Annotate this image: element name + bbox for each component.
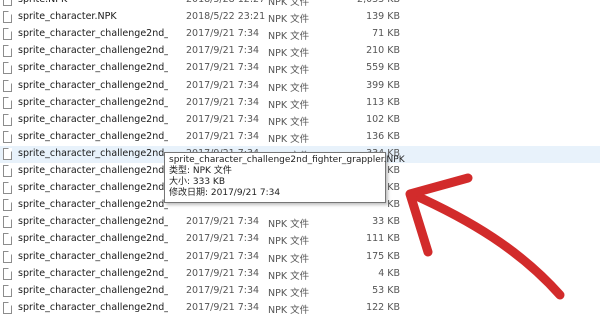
file-icon (3, 28, 12, 41)
file-row[interactable]: sprite_character_challenge2nd_fight...20… (0, 112, 600, 129)
file-row[interactable]: sprite_character_challenge2nd_gunn...201… (0, 214, 600, 231)
tooltip-size: 大小: 333 KB (169, 177, 226, 187)
file-icon (3, 267, 12, 280)
file-name: sprite_character_challenge2nd_fight... (18, 96, 168, 108)
file-tooltip: sprite_character_challenge2nd_fighter_gr… (164, 152, 405, 203)
file-name: sprite_character_challenge2nd_dem... (18, 45, 168, 57)
file-icon (3, 216, 12, 229)
file-size: 210 KB (366, 45, 400, 57)
file-name: sprite_character_challenge2nd_fight... (18, 165, 168, 176)
file-size: 53 KB (372, 284, 400, 296)
file-row[interactable]: sprite_character_challenge2nd_dem...2017… (0, 43, 600, 60)
file-name: sprite_character_challenge2nd_fight... (18, 113, 168, 125)
file-size: 559 KB (366, 62, 400, 74)
file-size: 175 KB (366, 250, 400, 262)
file-row[interactable]: sprite_character_challenge2nd_fight...20… (0, 95, 600, 112)
file-size: 399 KB (366, 79, 400, 91)
file-size: 2,033 KB (330, 0, 400, 5)
file-row[interactable]: sprite_character_challenge2nd_gunn...201… (0, 300, 600, 317)
file-icon (3, 284, 12, 297)
file-name: sprite_character_challenge2nd_gunn... (18, 284, 168, 296)
file-row[interactable]: sprite_character_challenge2nd_gunn...201… (0, 231, 600, 248)
file-icon (3, 79, 12, 92)
file-name: sprite_character_challenge2nd_gunn... (18, 301, 168, 313)
file-row[interactable]: sprite_character_challenge2nd_fight...20… (0, 129, 600, 146)
file-name: sprite_character_challenge2nd_fight... (18, 130, 168, 142)
file-name: sprite_character_challenge2nd_fight... (18, 147, 168, 159)
file-name: sprite_character_challenge2nd_fight... (18, 199, 168, 211)
file-icon (3, 62, 12, 75)
file-name: sprite_character.NPK (18, 11, 117, 23)
file-name: sprite_character_challenge2nd_dem... (18, 62, 168, 74)
file-icon (3, 233, 12, 246)
tooltip-filename: sprite_character_challenge2nd_fighter_gr… (169, 155, 405, 165)
file-icon (3, 113, 12, 126)
file-row[interactable]: sprite_character_challenge2nd_fight...20… (0, 78, 600, 95)
tooltip-type: 类型: NPK 文件 (169, 166, 232, 176)
file-icon (3, 199, 12, 212)
tooltip-modified: 修改日期: 2017/9/21 7:34 (169, 188, 281, 198)
file-icon (3, 182, 12, 195)
file-icon (3, 45, 12, 58)
file-size: 139 KB (366, 11, 400, 23)
file-row[interactable]: sprite_character.NPK 2018/5/22 23:21 NPK 文… (0, 9, 600, 26)
file-row[interactable]: sprite_character_challenge2nd_gunn...201… (0, 249, 600, 266)
file-name: sprite_character_challenge2nd_fight... (18, 182, 168, 194)
file-icon (3, 96, 12, 109)
file-row[interactable]: sprite_character_challenge2nd_dem...2017… (0, 60, 600, 77)
file-name: sprite_character_challenge2nd_gunn... (18, 216, 168, 228)
file-size: 102 KB (366, 113, 400, 125)
file-name: sprite_character_challenge2nd_darkk... (18, 28, 168, 40)
file-name: sprite_character_challenge2nd_gunn... (18, 233, 168, 245)
file-size: 33 KB (372, 216, 400, 228)
file-name: sprite.NPK (18, 0, 168, 5)
file-name: sprite_character_challenge2nd_gunn... (18, 250, 168, 262)
file-icon (3, 165, 12, 177)
file-size: 4 KB (378, 267, 400, 279)
file-name: sprite_character_challenge2nd_gunn... (18, 267, 168, 279)
file-row[interactable]: sprite.NPK2018/5/28 12:27NPK 文件2,033 KB (0, 0, 600, 9)
file-icon (3, 0, 12, 6)
file-size: 71 KB (372, 28, 400, 40)
file-size: 136 KB (366, 130, 400, 142)
file-row[interactable]: sprite_character_challenge2nd_gunn...201… (0, 266, 600, 283)
file-row[interactable]: sprite_character_challenge2nd_gunn...201… (0, 283, 600, 300)
file-size: 122 KB (366, 301, 400, 313)
file-row[interactable]: sprite_character_challenge2nd_darkk...20… (0, 26, 600, 43)
file-icon (3, 130, 12, 143)
file-name: sprite_character_challenge2nd_fight... (18, 79, 168, 91)
file-icon (3, 147, 12, 160)
file-icon (3, 11, 12, 24)
file-icon (3, 301, 12, 314)
file-icon (3, 250, 12, 263)
file-size: 111 KB (366, 233, 400, 245)
file-size: 113 KB (366, 96, 400, 108)
